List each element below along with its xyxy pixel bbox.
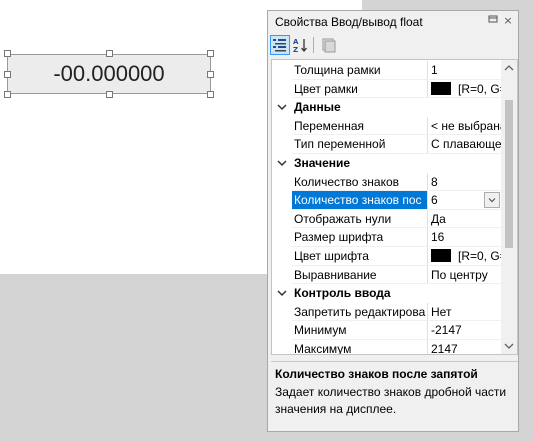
property-value-text: С плавающей <box>431 137 501 152</box>
property-row[interactable]: Размер шрифта 16 <box>272 228 501 247</box>
float-io-widget[interactable]: -00.000000 <box>7 54 211 94</box>
vertical-scrollbar[interactable] <box>501 60 517 354</box>
resize-handle-n[interactable] <box>106 50 113 57</box>
description-pane: Количество знаков после запятой Задает к… <box>271 361 518 429</box>
resize-handle-ne[interactable] <box>207 50 214 57</box>
svg-text:Z: Z <box>293 46 298 54</box>
property-grid: Толщина рамки1Цвет рамки [R=0, G= ДанныеПе… <box>271 59 518 355</box>
dock-icon[interactable] <box>486 14 500 28</box>
property-value-text: 6 <box>431 193 438 208</box>
property-name: Выравнивание <box>292 265 428 285</box>
category-row[interactable]: Данные <box>272 98 501 117</box>
property-value-text: [R=0, G= <box>458 81 501 96</box>
property-value[interactable]: [R=0, G= <box>429 80 501 99</box>
property-value-text: [R=0, G= <box>458 249 501 263</box>
chevron-down-icon[interactable] <box>276 287 288 299</box>
resize-handle-e[interactable] <box>207 71 214 78</box>
color-swatch <box>431 81 451 95</box>
property-value[interactable]: 1 <box>429 61 501 80</box>
property-row[interactable]: Переменная < не выбрана <box>272 116 501 136</box>
widget-value: -00.000000 <box>53 61 165 86</box>
alphabetical-sort-button[interactable]: A Z <box>291 35 311 55</box>
panel-title: Свойства Ввод/вывод float <box>275 15 423 29</box>
chevron-down-icon[interactable] <box>276 101 288 113</box>
resize-handle-nw[interactable] <box>4 50 11 57</box>
property-value[interactable]: Да <box>429 210 501 229</box>
resize-handle-w[interactable] <box>4 71 11 78</box>
property-value-text: < не выбрана <box>431 118 501 133</box>
property-pages-icon <box>322 38 336 53</box>
property-name: Отображать нули <box>292 209 428 229</box>
scrollbar-thumb[interactable] <box>505 100 513 248</box>
property-row[interactable]: Минимум -2147 <box>272 321 501 340</box>
property-name: Количество знаков <box>292 172 428 192</box>
property-name: Толщина рамки <box>292 61 428 80</box>
panel-titlebar[interactable]: Свойства Ввод/вывод float × <box>268 11 518 33</box>
property-value[interactable]: 2147 <box>429 340 501 355</box>
panel-toolbar: A Z <box>268 33 518 57</box>
resize-handle-sw[interactable] <box>4 91 11 98</box>
categorized-view-button[interactable] <box>270 35 290 55</box>
property-value[interactable]: [R=0, G= <box>429 247 501 266</box>
sort-az-icon: A Z <box>293 38 307 54</box>
property-value-text: 8 <box>431 174 438 189</box>
property-name: Максимум <box>292 340 428 354</box>
property-value[interactable]: -2147 <box>429 321 501 340</box>
property-value[interactable]: < не выбрана <box>429 117 501 136</box>
property-pages-button[interactable] <box>318 35 338 55</box>
chevron-down-icon[interactable] <box>276 157 288 169</box>
properties-panel: Свойства Ввод/вывод float × A Z Толщина … <box>267 10 519 432</box>
description-body: Задает количество знаков дробной части з… <box>275 385 507 416</box>
property-row[interactable]: Цвет рамки [R=0, G= <box>272 79 501 99</box>
scroll-down-icon[interactable] <box>501 338 517 354</box>
property-value-text: 1 <box>431 63 438 77</box>
property-name: Количество знаков пос <box>292 191 428 210</box>
resize-handle-s[interactable] <box>106 91 113 98</box>
property-row[interactable]: Тип переменной С плавающей <box>272 135 501 154</box>
description-title: Количество знаков после запятой <box>275 367 478 381</box>
property-name: Минимум <box>292 321 428 340</box>
property-value-text: 2147 <box>431 342 458 355</box>
property-name: Цвет шрифта <box>292 247 428 266</box>
property-row[interactable]: Выравнивание По центру <box>272 265 501 285</box>
property-value[interactable]: 6 <box>429 191 501 210</box>
property-name: Переменная <box>292 116 428 136</box>
property-name: Тип переменной <box>292 135 428 154</box>
close-icon[interactable]: × <box>501 14 515 28</box>
property-name: Размер шрифта <box>292 228 428 247</box>
property-row[interactable]: Максимум 2147 <box>272 340 501 355</box>
category-label: Данные <box>294 100 341 115</box>
color-swatch <box>431 249 451 263</box>
property-value-text: -2147 <box>431 323 462 338</box>
property-row[interactable]: Запретить редактирова Нет <box>272 302 501 322</box>
property-row[interactable]: Количество знаков 8 <box>272 172 501 192</box>
property-value-text: 16 <box>431 230 445 245</box>
dropdown-button[interactable] <box>484 192 500 209</box>
property-row[interactable]: Толщина рамки 1 <box>272 61 501 80</box>
property-name: Цвет рамки <box>292 79 428 99</box>
scroll-up-icon[interactable] <box>501 60 517 76</box>
property-name: Запретить редактирова <box>292 302 428 322</box>
property-row[interactable]: Количество знаков пос 6 <box>272 191 501 210</box>
property-value[interactable]: По центру <box>429 266 501 285</box>
property-value-text: Нет <box>431 304 452 319</box>
category-label: Значение <box>294 156 351 170</box>
category-row[interactable]: Контроль ввода <box>272 284 501 303</box>
property-value[interactable]: С плавающей <box>429 135 501 154</box>
category-label: Контроль ввода <box>294 286 391 301</box>
chevron-down-icon <box>488 198 496 203</box>
toolbar-separator <box>313 37 314 53</box>
property-value[interactable]: 16 <box>429 228 501 247</box>
property-value[interactable]: 8 <box>429 173 501 192</box>
category-row[interactable]: Значение <box>272 154 501 173</box>
property-value-text: Да <box>431 211 446 226</box>
property-value-text: По центру <box>431 267 488 282</box>
svg-text:A: A <box>293 38 299 46</box>
categorized-icon <box>273 39 286 52</box>
resize-handle-se[interactable] <box>207 91 214 98</box>
property-value[interactable]: Нет <box>429 303 501 322</box>
property-row[interactable]: Отображать нули Да <box>272 209 501 229</box>
property-row[interactable]: Цвет шрифта [R=0, G= <box>272 247 501 266</box>
